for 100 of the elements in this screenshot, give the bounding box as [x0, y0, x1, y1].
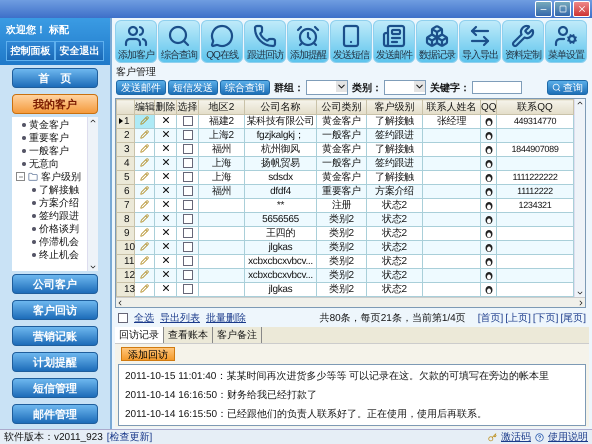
tree-item[interactable]: 黄金客户	[29, 118, 69, 132]
page-link[interactable]: [首页]	[478, 310, 504, 324]
column-header[interactable]: 地区2	[198, 100, 244, 114]
search-button[interactable]: 查询	[547, 80, 588, 95]
checkbox[interactable]	[182, 186, 192, 196]
qq-cell[interactable]	[480, 212, 496, 226]
tree-item[interactable]: 终止机会	[39, 248, 79, 262]
toolbar-button[interactable]: 添加提醒	[287, 20, 329, 63]
row-header[interactable]: 7	[116, 198, 134, 212]
row-header[interactable]: 10	[116, 240, 134, 254]
scrollbar[interactable]	[87, 117, 98, 271]
toolbar-button[interactable]: 发送邮件	[373, 20, 415, 63]
select-cell[interactable]	[176, 226, 198, 240]
tree-item[interactable]: 了解接触	[39, 182, 79, 196]
column-header[interactable]: 编辑	[134, 100, 154, 114]
row-header[interactable]: 2	[116, 128, 134, 142]
qq-cell[interactable]	[480, 226, 496, 240]
arrow-down-icon[interactable]	[89, 263, 97, 271]
tab[interactable]: 回访记录	[115, 327, 164, 343]
checkbox[interactable]	[182, 270, 192, 280]
arrow-right-icon[interactable]	[577, 298, 585, 306]
page-link[interactable]: [上页]	[505, 310, 531, 324]
toolbar-button[interactable]: 添加客户	[115, 20, 157, 63]
tree-item[interactable]: 重要客户	[29, 130, 69, 144]
toolbar-button[interactable]: 跟进回访	[244, 20, 286, 63]
qq-cell[interactable]	[480, 198, 496, 212]
tab[interactable]: 客户备注	[213, 327, 262, 343]
bulk-link[interactable]: 导出列表	[160, 310, 200, 324]
qq-cell[interactable]	[480, 254, 496, 268]
select-cell[interactable]	[176, 114, 198, 128]
row-header[interactable]: 6	[116, 184, 134, 198]
checkbox[interactable]	[182, 200, 192, 210]
select-cell[interactable]	[176, 184, 198, 198]
row-header[interactable]: 13	[116, 282, 134, 296]
select-all-checkbox[interactable]	[118, 312, 128, 322]
checkbox[interactable]	[182, 284, 192, 294]
qq-cell[interactable]	[480, 240, 496, 254]
status-link[interactable]: 使用说明	[548, 430, 588, 444]
action-button[interactable]: 短信发送	[168, 80, 218, 95]
bulk-link[interactable]: 批量删除	[206, 310, 246, 324]
select-cell[interactable]	[176, 254, 198, 268]
status-link[interactable]: 激活码	[501, 430, 531, 444]
tree-item[interactable]: 签约跟进	[39, 208, 79, 222]
arrow-down-icon[interactable]	[576, 289, 584, 297]
checkbox[interactable]	[182, 242, 192, 252]
qq-cell[interactable]	[480, 114, 496, 128]
header-button[interactable]: 控制面板	[6, 40, 55, 60]
row-header[interactable]: 9	[116, 226, 134, 240]
select-cell[interactable]	[176, 198, 198, 212]
toolbar-button[interactable]: 数据记录	[416, 20, 458, 63]
tab[interactable]: 查看账本	[164, 327, 213, 343]
qq-cell[interactable]	[480, 128, 496, 142]
action-button[interactable]: 综合查询	[220, 80, 270, 95]
arrow-left-icon[interactable]	[116, 298, 124, 306]
toolbar-button[interactable]: 发送短信	[330, 20, 372, 63]
select-cell[interactable]	[176, 212, 198, 226]
toolbar-button[interactable]: QQ在线	[201, 20, 243, 63]
tree-item[interactable]: 价格谈判	[39, 222, 79, 236]
tree-item[interactable]: 客户级别	[41, 170, 81, 184]
row-header[interactable]: 1	[116, 114, 134, 128]
tree-item[interactable]: 方案介绍	[39, 196, 79, 210]
row-header[interactable]: 8	[116, 212, 134, 226]
action-button[interactable]: 发送邮件	[116, 80, 166, 95]
qq-cell[interactable]	[480, 170, 496, 184]
checkbox[interactable]	[182, 116, 192, 126]
row-header[interactable]: 4	[116, 156, 134, 170]
page-link[interactable]: [尾页]	[560, 310, 586, 324]
close-button[interactable]	[573, 1, 590, 17]
nav-button[interactable]: 我的客户	[12, 94, 98, 114]
column-header[interactable]: 联系QQ	[496, 100, 574, 114]
toolbar-button[interactable]: 导入导出	[459, 20, 501, 63]
select-cell[interactable]	[176, 128, 198, 142]
row-header[interactable]: 3	[116, 142, 134, 156]
update-link[interactable]: [检查更新]	[106, 430, 152, 444]
minimize-button[interactable]	[535, 1, 552, 17]
column-header[interactable]: 客户级别	[366, 100, 422, 114]
tree-item[interactable]: 停滞机会	[39, 234, 79, 248]
bulk-link[interactable]: 全选	[134, 310, 154, 324]
row-header[interactable]: 11	[116, 254, 134, 268]
row-header[interactable]: 5	[116, 170, 134, 184]
tree-item[interactable]: 一般客户	[29, 144, 69, 158]
qq-cell[interactable]	[480, 156, 496, 170]
arrow-up-icon[interactable]	[576, 99, 584, 107]
column-header[interactable]: 公司类别	[316, 100, 366, 114]
select-cell[interactable]	[176, 156, 198, 170]
row-header[interactable]: 12	[116, 268, 134, 282]
column-header[interactable]: 删除	[154, 100, 176, 114]
horizontal-scrollbar[interactable]	[116, 297, 585, 307]
checkbox[interactable]	[182, 172, 192, 182]
toolbar-button[interactable]: 综合查询	[158, 20, 200, 63]
page-link[interactable]: [下页]	[532, 310, 558, 324]
tree-item[interactable]: 无意向	[29, 156, 59, 170]
column-header[interactable]: 选择	[176, 100, 198, 114]
qq-cell[interactable]	[480, 184, 496, 198]
arrow-up-icon[interactable]	[89, 117, 97, 125]
select-cell[interactable]	[176, 282, 198, 296]
keyword-field[interactable]	[472, 81, 522, 94]
add-visit-button[interactable]: 添加回访	[121, 347, 175, 361]
checkbox[interactable]	[182, 228, 192, 238]
select-cell[interactable]	[176, 142, 198, 156]
